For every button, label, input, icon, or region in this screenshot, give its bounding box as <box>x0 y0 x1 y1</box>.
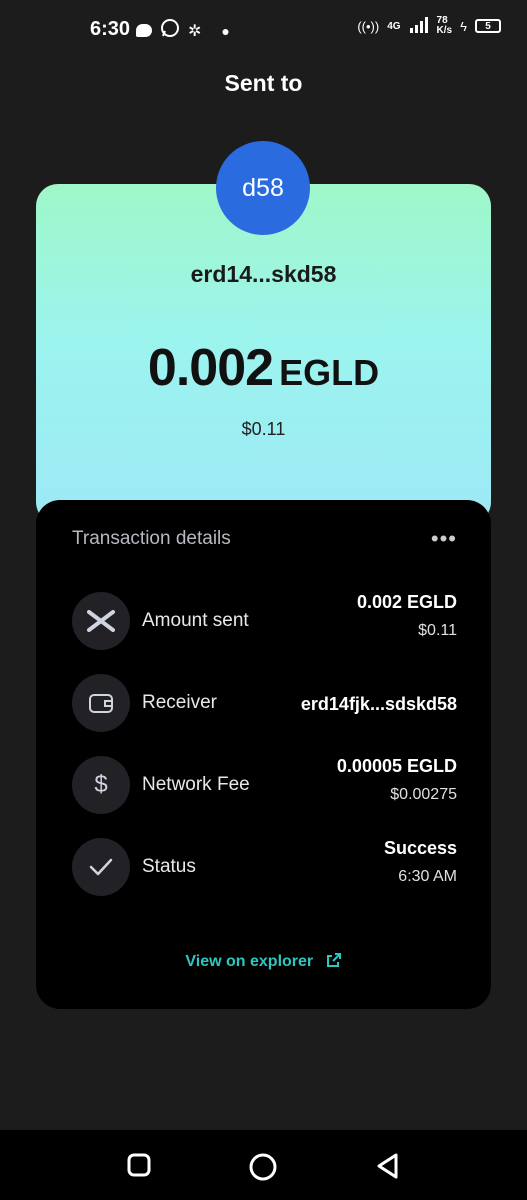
amount-value: 0.002 <box>147 339 274 397</box>
row-network-fee: $ Network Fee 0.00005 EGLD $0.00275 <box>72 756 457 816</box>
amount-currency: EGLD <box>279 352 380 393</box>
receiver-label: Receiver <box>142 692 217 713</box>
avatar: d58 <box>216 141 310 235</box>
amount-sent-value: 0.002 EGLD <box>356 592 457 612</box>
page-title: Sent to <box>224 70 303 96</box>
dollar-icon: $ <box>72 756 130 814</box>
view-on-explorer-link[interactable]: View on explorer <box>36 952 491 971</box>
network-speed: 78 K/s <box>437 16 453 36</box>
message-icon <box>136 24 152 37</box>
explorer-link-text: View on explorer <box>185 953 314 970</box>
amount-sent-label: Amount sent <box>142 610 249 631</box>
amount-sent-usd: $0.11 <box>418 622 457 639</box>
app-notification-icon: ✲ <box>188 22 202 40</box>
row-amount-sent: Amount sent 0.002 EGLD $0.11 <box>72 592 457 652</box>
dot-icon: ● <box>221 22 230 39</box>
battery-icon: 5 <box>475 19 501 33</box>
home-button[interactable] <box>248 1152 278 1187</box>
status-time: 6:30 AM <box>398 868 457 885</box>
speed-unit: K/s <box>436 25 453 36</box>
details-title: Transaction details <box>72 528 231 549</box>
row-status: Status Success 6:30 AM <box>72 838 457 898</box>
system-nav-bar <box>0 1130 527 1200</box>
signal-icon <box>409 16 429 36</box>
status-bar: 6:30 ✲ ● ((•)) 4G 78 K/s ϟ 5 <box>0 0 527 60</box>
wallet-icon <box>72 674 130 732</box>
charging-icon: ϟ <box>460 18 467 34</box>
avatar-text: d58 <box>242 173 284 202</box>
receiver-value[interactable]: erd14fjk...sdskd58 <box>301 694 457 715</box>
network-type: 4G <box>387 20 401 32</box>
external-link-icon <box>326 953 341 967</box>
network-fee-label: Network Fee <box>142 774 250 795</box>
status-value: Success <box>383 838 457 858</box>
status-time: 6:30 <box>90 18 131 40</box>
network-fee-usd: $0.00275 <box>390 786 457 803</box>
transaction-details-panel: Transaction details ••• Amount sent 0.00… <box>36 500 491 1009</box>
status-right-icons: ((•)) 4G 78 K/s ϟ 5 <box>357 16 501 36</box>
multiversx-icon <box>72 592 130 650</box>
amount-display: 0.002 EGLD <box>0 338 527 398</box>
check-icon <box>72 838 130 896</box>
more-options-icon[interactable]: ••• <box>431 526 457 552</box>
battery-level: 5 <box>485 20 491 32</box>
notification-icons: ✲ ● <box>136 18 230 43</box>
recipient-address[interactable]: erd14...skd58 <box>0 261 527 288</box>
whatsapp-icon <box>160 18 180 43</box>
network-fee-value: 0.00005 EGLD <box>336 756 457 776</box>
row-receiver: Receiver erd14fjk...sdskd58 <box>72 674 457 734</box>
back-button[interactable] <box>374 1152 402 1185</box>
hotspot-icon: ((•)) <box>357 18 380 34</box>
recents-button[interactable] <box>126 1152 152 1183</box>
amount-usd: $0.11 <box>241 419 286 439</box>
status-label: Status <box>142 856 196 877</box>
